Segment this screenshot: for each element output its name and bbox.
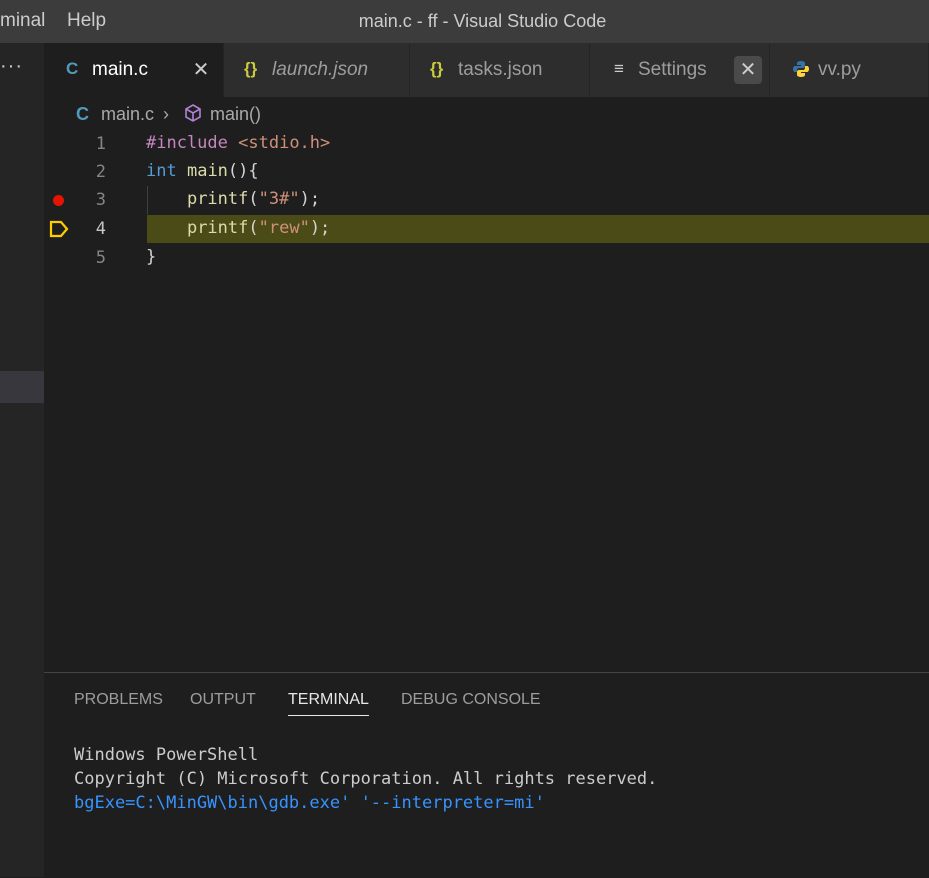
breadcrumb-file[interactable]: main.c [101, 104, 154, 125]
code-editor[interactable]: 1 #include <stdio.h> 2 int main(){ 3 pri… [44, 130, 929, 670]
close-icon[interactable]: ✕ [734, 56, 762, 84]
c-file-icon: C [66, 59, 79, 78]
tab-vv-py[interactable]: vv.py [770, 43, 929, 97]
tab-label: launch.json [272, 59, 369, 80]
breadcrumb: C main.c › main() [44, 98, 929, 130]
line-number: 5 [95, 248, 106, 268]
code-line[interactable]: 3 printf("3#"); [44, 186, 929, 214]
python-icon [792, 60, 810, 83]
tab-label: main.c [92, 59, 148, 80]
side-bar: ··· [0, 43, 44, 877]
code-line[interactable]: 2 int main(){ [44, 158, 929, 186]
close-icon[interactable]: ✕ [187, 56, 215, 84]
code-text: printf("3#"); [186, 189, 321, 209]
tab-problems[interactable]: PROBLEMS [74, 691, 163, 709]
more-actions-icon[interactable]: ··· [0, 55, 23, 78]
json-file-icon: {} [244, 59, 258, 78]
terminal-line[interactable]: bgExe=C:\MinGW\bin\gdb.exe' '--interpret… [74, 793, 545, 813]
editor-tab-bar: C main.c ✕ {} launch.json {} tasks.json … [44, 43, 929, 97]
code-line[interactable]: 5 } [44, 244, 929, 272]
code-line-current[interactable]: 4 printf("rew"); [44, 215, 929, 243]
code-text: #include <stdio.h> [146, 133, 331, 153]
line-number: 3 [95, 190, 106, 210]
line-number: 1 [95, 134, 106, 154]
bottom-panel: PROBLEMS OUTPUT TERMINAL DEBUG CONSOLE W… [44, 672, 929, 878]
settings-list-icon: ≡ [614, 59, 624, 78]
tab-debug-console[interactable]: DEBUG CONSOLE [401, 691, 541, 709]
line-number: 2 [95, 162, 106, 182]
tab-label: tasks.json [458, 59, 543, 80]
title-bar: minal Help main.c - ff - Visual Studio C… [0, 0, 929, 43]
code-line[interactable]: 1 #include <stdio.h> [44, 130, 929, 158]
tab-main-c[interactable]: C main.c ✕ [44, 43, 224, 97]
window-title: main.c - ff - Visual Studio Code [358, 11, 607, 31]
code-text: printf("rew"); [186, 218, 331, 238]
breadcrumb-symbol[interactable]: main() [210, 104, 261, 125]
tab-launch-json[interactable]: {} launch.json [224, 43, 410, 97]
code-text: int main(){ [146, 161, 259, 181]
sidebar-selected-item[interactable] [0, 371, 44, 403]
code-text: } [146, 247, 157, 267]
cube-icon [183, 103, 203, 128]
tab-settings[interactable]: ≡ Settings ✕ [590, 43, 770, 97]
terminal-line[interactable]: Copyright (C) Microsoft Corporation. All… [74, 769, 657, 789]
tab-label: Settings [638, 59, 707, 80]
chevron-right-icon: › [163, 104, 169, 124]
tab-output[interactable]: OUTPUT [190, 691, 256, 709]
tab-tasks-json[interactable]: {} tasks.json [410, 43, 590, 97]
line-number: 4 [95, 219, 106, 239]
terminal-line[interactable]: Windows PowerShell [74, 745, 258, 765]
tab-terminal[interactable]: TERMINAL [288, 691, 369, 716]
json-file-icon: {} [430, 59, 444, 78]
c-file-icon: C [76, 104, 89, 124]
tab-label: vv.py [818, 59, 861, 80]
